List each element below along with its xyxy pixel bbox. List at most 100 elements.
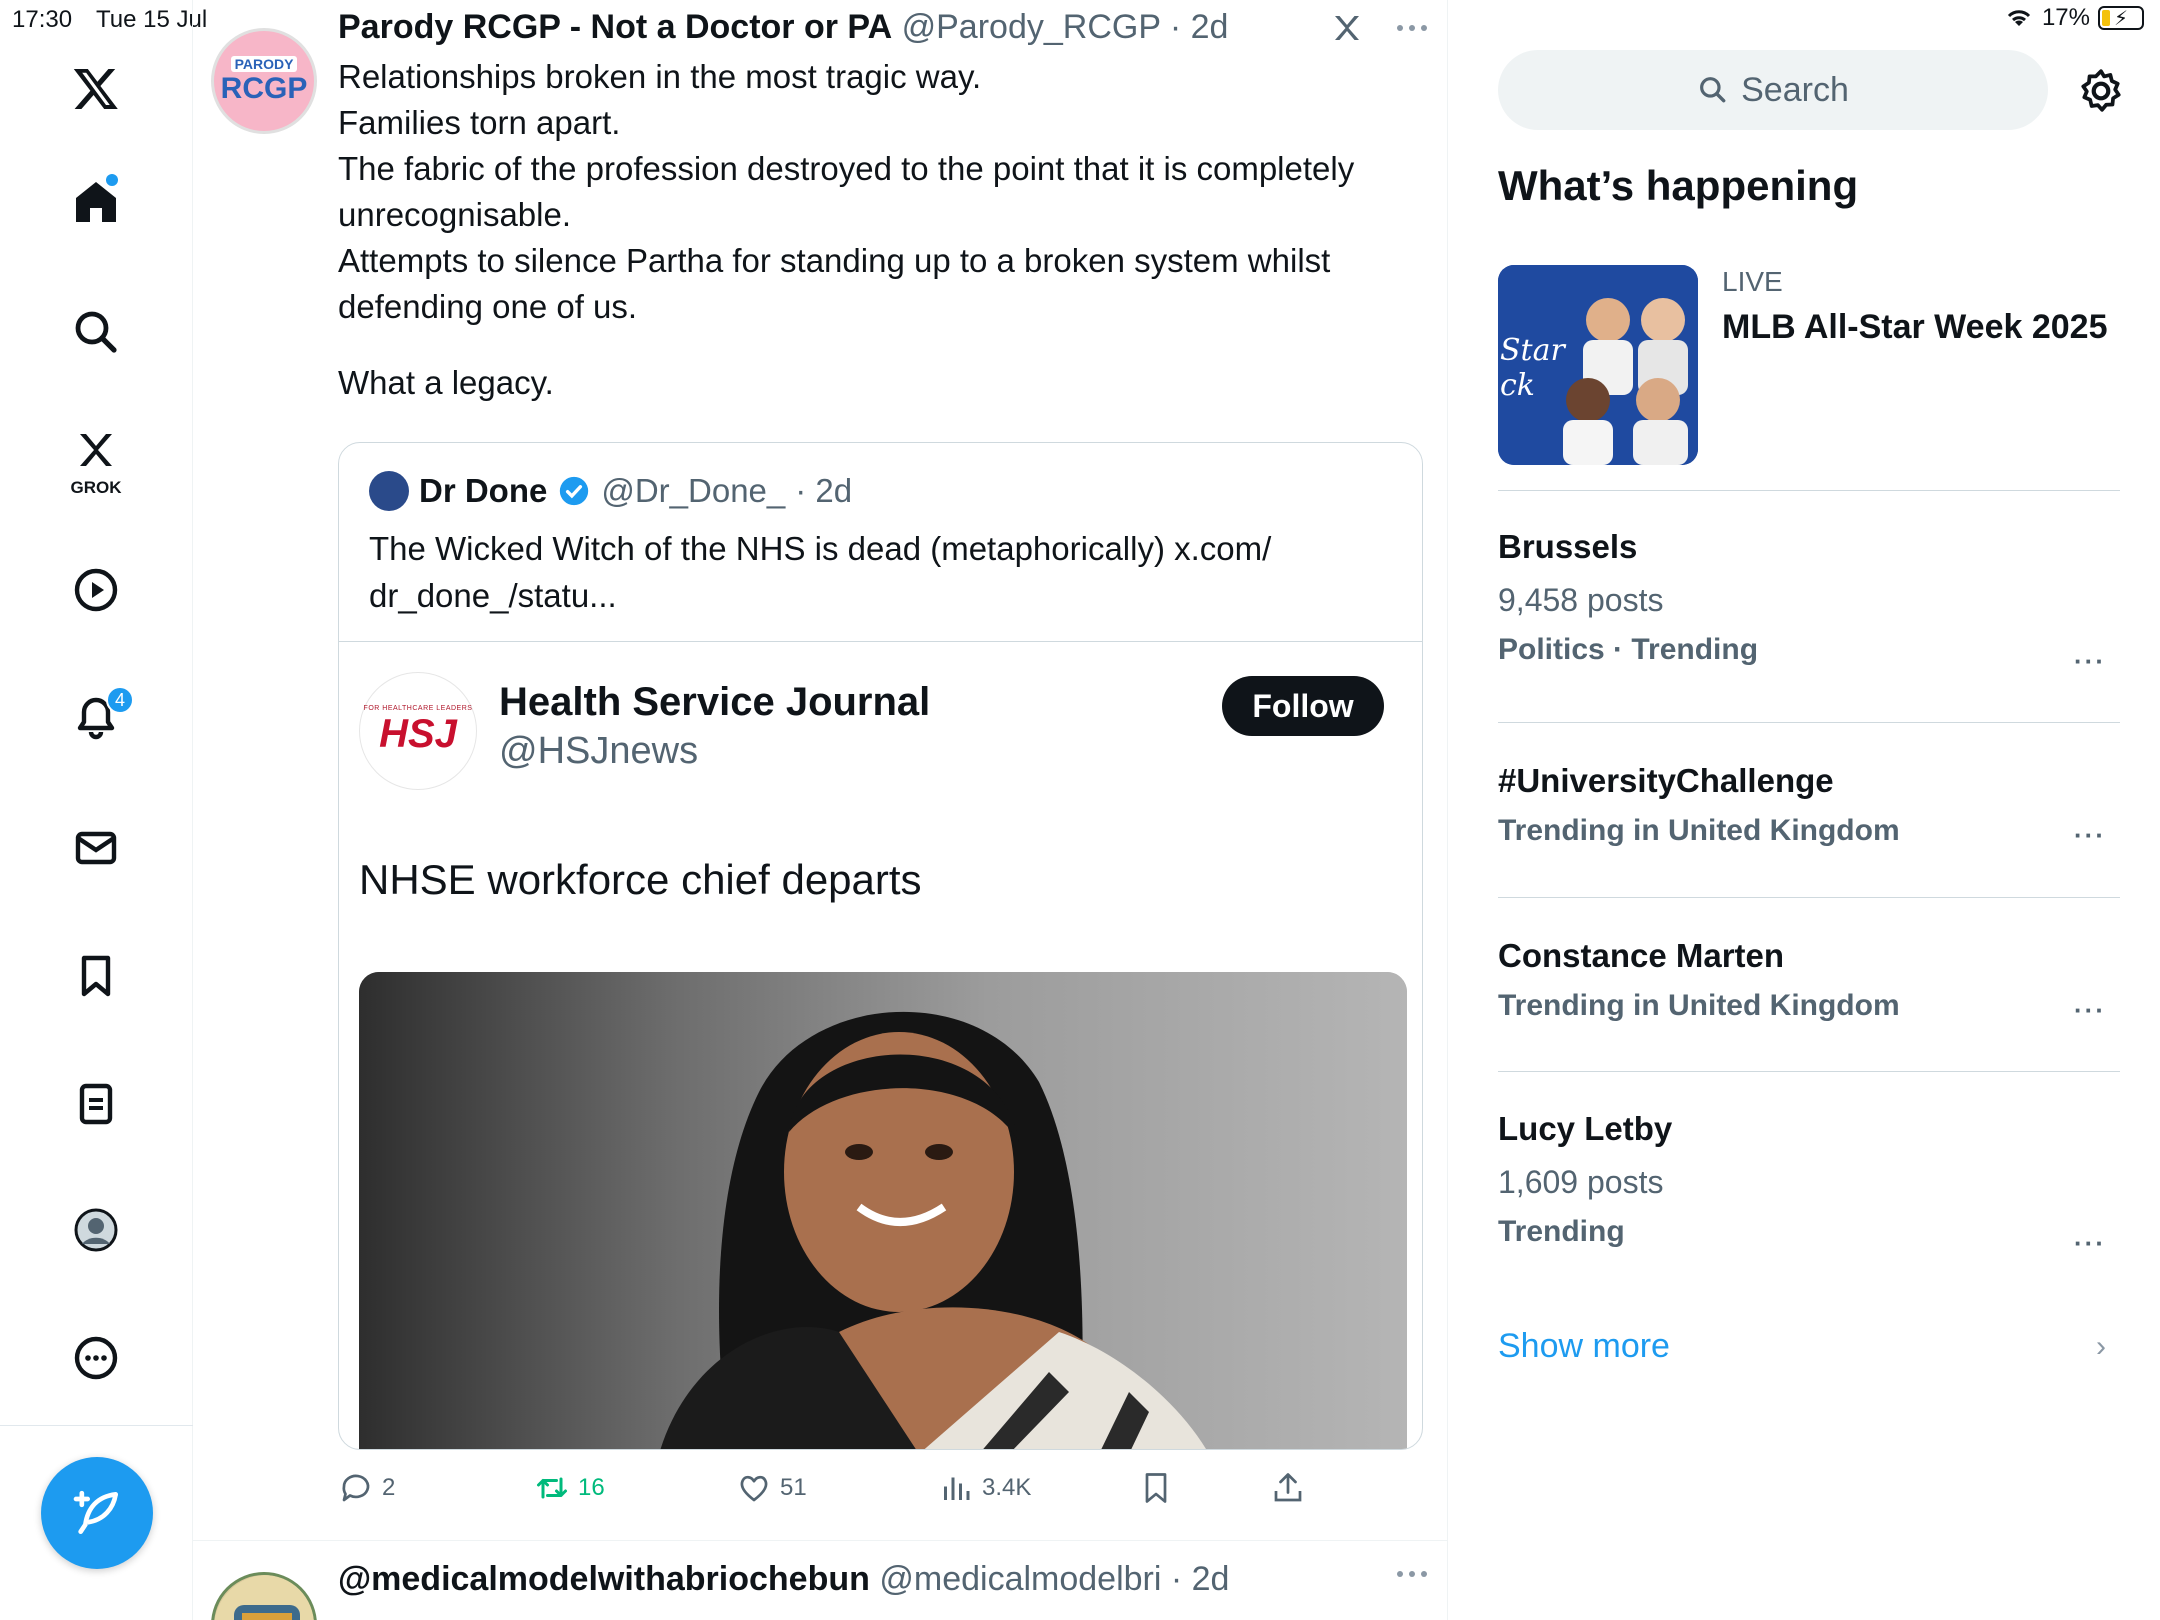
section-title: What’s happening [1498, 162, 1859, 209]
hsj-logo[interactable]: FOR HEALTHCARE LEADERS HSJ [359, 672, 477, 790]
repost-icon [537, 1477, 567, 1499]
settings-gear-icon[interactable] [2076, 66, 2126, 116]
card-headline[interactable]: NHSE workforce chief departs [359, 856, 922, 904]
trend-title: Lucy Letby [1498, 1110, 1673, 1147]
right-sidebar: Search What’s happening Star ck LIVE MLB… [1448, 0, 2160, 1620]
tweet-closing: What a legacy. [338, 364, 554, 401]
trend-separator [1498, 897, 2120, 898]
article-photo[interactable] [359, 972, 1407, 1449]
grok-icon[interactable] [1329, 10, 1365, 46]
author-name[interactable]: Parody RCGP - Not a Doctor or PA [338, 8, 892, 46]
chevron-right-icon[interactable]: › [2096, 1330, 2106, 1364]
bookmark-button[interactable] [1138, 1470, 1174, 1506]
like-icon [740, 1475, 768, 1502]
profile-icon[interactable] [56, 1190, 136, 1270]
hsj-logo-text: HSJ [379, 712, 457, 756]
repost-button[interactable]: 16 [534, 1470, 605, 1506]
compose-post-button[interactable] [41, 1457, 153, 1569]
next-author-avatar[interactable] [211, 1572, 317, 1620]
tweet-time[interactable]: · 2d [1170, 8, 1229, 46]
avatar-rcgp-label: RCGP [220, 72, 308, 105]
featured-trend-label: LIVE [1722, 266, 1783, 297]
author-handle[interactable]: @Parody_RCGP [902, 8, 1161, 46]
views-button[interactable]: 3.4K [938, 1470, 1031, 1506]
reply-count: 2 [382, 1474, 396, 1501]
compose-feather-icon [73, 1490, 118, 1534]
featured-trend-title[interactable]: MLB All-Star Week 2025 [1722, 308, 2142, 347]
views-icon [944, 1477, 970, 1500]
allstar-players-illustration: Star ck [1498, 265, 1698, 465]
trend-title: #UniversityChallenge [1498, 762, 1834, 799]
next-author-handle[interactable]: @medicalmodelbri [879, 1560, 1161, 1598]
svg-text:ck: ck [1500, 368, 1535, 403]
quote-author-name[interactable]: Dr Done [419, 472, 547, 510]
trend-meta: Trending in United Kingdom [1498, 989, 1900, 1022]
tweet-line: Relationships broken in the most tragic … [338, 58, 982, 95]
more-options-icon[interactable] [56, 1318, 136, 1398]
grok-icon[interactable] [56, 415, 136, 485]
trend-more-icon[interactable]: ··· [2074, 646, 2106, 677]
grok-label: GROK [70, 478, 122, 497]
next-tweet-more-icon[interactable] [1395, 1566, 1429, 1584]
home-icon[interactable] [56, 162, 136, 242]
next-tweet-time[interactable]: · 2d [1171, 1560, 1230, 1598]
like-button[interactable]: 51 [736, 1470, 807, 1506]
card-account-name[interactable]: Health Service Journal [499, 680, 930, 725]
link-card[interactable]: FOR HEALTHCARE LEADERS HSJ Health Servic… [339, 641, 1422, 1449]
quote-time: · 2d [795, 472, 853, 509]
trend-separator [1498, 722, 2120, 723]
trend-title: Brussels [1498, 528, 1638, 565]
more-icon[interactable] [1395, 23, 1429, 33]
quote-author-handle[interactable]: @Dr_Done_ [601, 472, 785, 510]
author-avatar[interactable]: PARODY RCGP [211, 28, 317, 134]
quoted-post[interactable]: Dr Done @Dr_Done_ · 2d The Wicked Witch … [338, 442, 1423, 1450]
trend-title: Constance Marten [1498, 937, 1785, 974]
notifications-badge: 4 [106, 686, 134, 714]
messages-icon[interactable] [56, 808, 136, 888]
quote-header: Dr Done @Dr_Done_ · 2d [369, 471, 852, 511]
tweet-line: The fabric of the profession destroyed t… [338, 150, 1355, 233]
search-icon [1700, 77, 1726, 103]
card-account-handle[interactable]: @HSJnews [499, 730, 698, 773]
trend-more-icon[interactable]: ··· [2074, 820, 2106, 851]
trend-meta: Trending in United Kingdom [1498, 814, 1900, 847]
share-icon [1274, 1473, 1302, 1502]
bookmarks-icon[interactable] [56, 936, 136, 1016]
video-icon[interactable] [56, 550, 136, 630]
tweet-header: Parody RCGP - Not a Doctor or PA @Parody… [338, 8, 1228, 47]
notifications-icon[interactable]: 4 [56, 678, 136, 758]
trend-more-icon[interactable]: ··· [2074, 995, 2106, 1026]
bookmark-icon [1145, 1473, 1167, 1503]
trend-separator [1498, 490, 2120, 491]
timeline-column: PARODY RCGP Parody RCGP - Not a Doctor o… [193, 0, 1448, 1620]
tweet-line: Attempts to silence Partha for standing … [338, 242, 1331, 325]
trend-posts: 9,458 posts [1498, 582, 1664, 618]
left-navigation: GROK 4 [0, 0, 193, 1620]
next-author-name[interactable]: @medicalmodelwithabriochebun [338, 1560, 870, 1598]
tweet-tools [1329, 10, 1429, 46]
quote-avatar[interactable] [369, 471, 409, 511]
trend-item[interactable]: #UniversityChallenge Trending in United … [1498, 762, 2120, 851]
share-button[interactable] [1270, 1470, 1306, 1506]
follow-button[interactable]: Follow [1222, 676, 1384, 736]
trend-meta: Trending [1498, 1215, 1625, 1248]
repost-count: 16 [578, 1474, 605, 1501]
nav-divider [0, 1425, 193, 1426]
trend-posts: 1,609 posts [1498, 1164, 1664, 1200]
trend-more-icon[interactable]: ··· [2074, 1228, 2106, 1259]
tweet-divider [193, 1540, 1448, 1541]
search-icon[interactable] [56, 292, 136, 372]
search-input[interactable]: Search [1498, 50, 2048, 130]
x-logo-icon[interactable] [56, 48, 136, 128]
lists-icon[interactable] [56, 1064, 136, 1144]
hsj-logo-tagline: FOR HEALTHCARE LEADERS [363, 705, 473, 712]
trend-item[interactable]: Lucy Letby 1,609 posts Trending ··· [1498, 1110, 2120, 1258]
home-unread-dot [106, 174, 118, 186]
trend-separator [1498, 1071, 2120, 1072]
avatar-crest-illustration [214, 1575, 314, 1620]
reply-button[interactable]: 2 [338, 1470, 395, 1506]
trend-item[interactable]: Constance Marten Trending in United King… [1498, 937, 2120, 1026]
show-more-link[interactable]: Show more [1498, 1327, 1670, 1366]
trend-item[interactable]: Brussels 9,458 posts Politics · Trending… [1498, 528, 2120, 676]
featured-trend-image[interactable]: Star ck [1498, 265, 1698, 465]
